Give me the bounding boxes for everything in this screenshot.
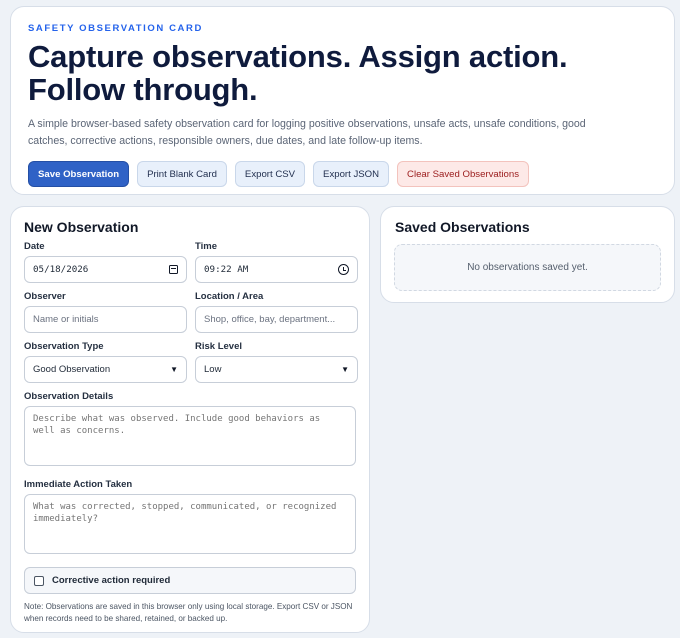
immediate-action-textarea[interactable] [24, 494, 356, 554]
toolbar: Save Observation Print Blank Card Export… [28, 161, 657, 187]
date-label: Date [24, 241, 45, 252]
clock-icon[interactable] [338, 264, 349, 275]
immediate-action-label: Immediate Action Taken [24, 479, 133, 490]
clear-saved-observations-button[interactable]: Clear Saved Observations [397, 161, 530, 187]
risk-level-label: Risk Level [195, 341, 242, 352]
saved-observations-title: Saved Observations [395, 219, 530, 235]
corrective-action-label: Corrective action required [52, 575, 171, 586]
page-description: A simple browser-based safety observatio… [28, 118, 586, 147]
observer-label: Observer [24, 291, 66, 302]
observer-input[interactable]: Name or initials [24, 306, 187, 333]
observation-type-select[interactable]: Good Observation ▼ [24, 356, 187, 383]
header-card: SAFETY OBSERVATION CARD Capture observat… [10, 6, 675, 195]
chevron-down-icon: ▼ [170, 365, 178, 374]
form-title: New Observation [24, 219, 139, 235]
new-observation-form: New Observation Date 05/18/2026 Time 09:… [10, 206, 370, 633]
observation-details-textarea[interactable] [24, 406, 356, 466]
save-observation-button[interactable]: Save Observation [28, 161, 130, 187]
storage-note: Note: Observations are saved in this bro… [24, 602, 353, 623]
empty-state: No observations saved yet. [394, 244, 661, 291]
location-input[interactable]: Shop, office, bay, department... [195, 306, 358, 333]
location-label: Location / Area [195, 291, 264, 302]
risk-level-value: Low [204, 364, 222, 375]
observation-type-label: Observation Type [24, 341, 104, 352]
eyebrow-label: SAFETY OBSERVATION CARD [28, 23, 203, 34]
corrective-action-checkbox[interactable] [34, 575, 44, 586]
observation-type-value: Good Observation [33, 364, 111, 375]
export-csv-button[interactable]: Export CSV [234, 161, 306, 187]
export-json-button[interactable]: Export JSON [313, 161, 390, 187]
saved-observations-panel: Saved Observations No observations saved… [380, 206, 675, 303]
risk-level-select[interactable]: Low ▼ [195, 356, 358, 383]
print-blank-card-button[interactable]: Print Blank Card [137, 161, 227, 187]
date-field[interactable]: 05/18/2026 [24, 256, 187, 283]
chevron-down-icon: ▼ [341, 365, 349, 374]
observer-placeholder: Name or initials [33, 314, 99, 325]
time-label: Time [195, 241, 218, 252]
date-value: 05/18/2026 [33, 264, 89, 275]
location-placeholder: Shop, office, bay, department... [204, 314, 336, 325]
calendar-icon[interactable] [169, 265, 178, 274]
time-field[interactable]: 09:22 AM [195, 256, 358, 283]
observation-details-label: Observation Details [24, 391, 114, 402]
time-value: 09:22 AM [204, 264, 249, 275]
corrective-action-toggle[interactable]: Corrective action required [24, 567, 356, 594]
empty-state-text: No observations saved yet. [467, 262, 588, 273]
page-title: Capture observations. Assign action. Fol… [28, 39, 568, 107]
